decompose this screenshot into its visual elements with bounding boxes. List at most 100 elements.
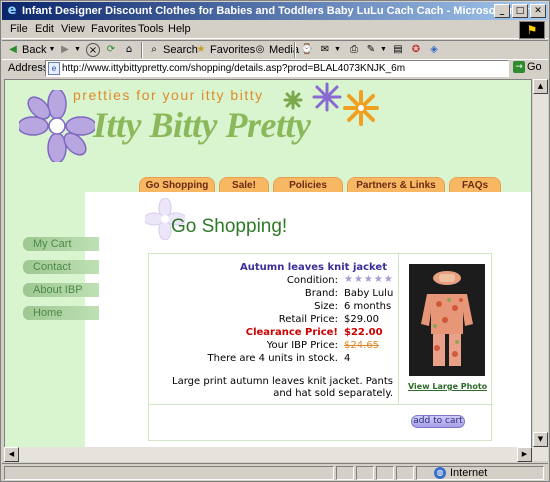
product-description: Large print autumn leaves knit jacket. P… (172, 376, 393, 399)
ibp-price-label: Your IBP Price: (266, 340, 338, 351)
menu-view[interactable]: View (61, 23, 85, 35)
page-content: pretties for your itty bitty Itty Bitty … (4, 79, 532, 461)
condition-label: Condition: (286, 275, 338, 286)
search-icon: ⌕ (151, 44, 157, 55)
research-button[interactable]: ◈ (427, 42, 441, 58)
page-title: Go Shopping! (171, 216, 288, 237)
mail-button[interactable]: ✉ ▼ (318, 42, 341, 58)
left-sidebar-bg (5, 192, 85, 460)
discuss-button[interactable]: ▤ (391, 42, 405, 58)
history-icon: ⌚ (300, 44, 314, 55)
scroll-up-icon[interactable]: ▲ (533, 79, 548, 94)
menu-favorites[interactable]: Favorites (91, 23, 136, 35)
menu-help[interactable]: Help (168, 23, 191, 35)
mail-dropdown-icon[interactable]: ▼ (334, 42, 341, 58)
brand-value: Baby Lulu (344, 288, 394, 299)
nav-my-cart[interactable]: My Cart (23, 237, 99, 251)
tab-faqs[interactable]: FAQs (449, 177, 501, 192)
discuss-icon: ▤ (393, 44, 403, 55)
tab-partners-links[interactable]: Partners & Links (347, 177, 445, 192)
retail-price-label: Retail Price: (278, 314, 338, 325)
messenger-icon: ✪ (411, 44, 421, 55)
search-label: Search (163, 44, 198, 56)
tab-policies[interactable]: Policies (273, 177, 343, 192)
size-label: Size: (314, 301, 338, 312)
home-button[interactable]: ⌂ (122, 42, 136, 58)
vertical-scrollbar[interactable]: ▲ ▼ (533, 79, 548, 461)
tab-go-shopping[interactable]: Go Shopping (139, 177, 215, 192)
refresh-button[interactable]: ⟳ (104, 42, 118, 58)
status-bar: ◍ Internet (2, 463, 548, 481)
status-cell (396, 466, 414, 480)
nav-about-ibp[interactable]: About IBP (23, 283, 99, 297)
forward-dropdown-icon[interactable]: ▼ (74, 42, 81, 58)
address-input[interactable]: e http://www.ittybittypretty.com/shoppin… (45, 60, 509, 77)
address-label: Address (8, 62, 49, 74)
history-button[interactable]: ⌚ (300, 42, 314, 58)
maximize-button[interactable]: □ (512, 4, 528, 18)
back-button[interactable]: ◀ Back ▼ (6, 42, 55, 58)
product-name: Autumn leaves knit jacket (240, 262, 387, 273)
edit-icon: ✎ (366, 44, 376, 55)
media-icon: ◎ (255, 44, 265, 55)
size-value: 6 months (344, 301, 392, 312)
globe-icon: ◍ (434, 467, 446, 479)
horizontal-scrollbar[interactable]: ◀ ▶ (4, 447, 533, 462)
nav-contact[interactable]: Contact (23, 260, 99, 274)
zone-label: Internet (450, 467, 488, 479)
status-cell (376, 466, 394, 480)
page-icon: e (48, 62, 60, 75)
toolbar-separator (294, 42, 296, 58)
back-label: Back (22, 44, 47, 56)
product-photo[interactable] (409, 264, 485, 376)
toolbar-separator (141, 42, 143, 58)
add-to-cart-button[interactable]: add to cart (411, 415, 465, 428)
go-button[interactable]: → Go (513, 61, 542, 73)
orange-flower-icon (343, 90, 379, 126)
menu-file[interactable]: File (10, 23, 28, 35)
status-cell (336, 466, 354, 480)
site-tagline: pretties for your itty bitty (73, 87, 264, 103)
edit-button[interactable]: ✎ ▼ (364, 42, 387, 58)
media-button[interactable]: ◎ Media (253, 42, 299, 58)
retail-price-value: $29.00 (344, 314, 379, 325)
edit-dropdown-icon[interactable]: ▼ (380, 42, 387, 58)
forward-button[interactable]: ▶ ▼ (58, 42, 81, 58)
menu-edit[interactable]: Edit (35, 23, 54, 35)
close-button[interactable]: ✕ (530, 4, 546, 18)
window-controls: _ □ ✕ (494, 4, 546, 18)
home-icon: ⌂ (125, 44, 133, 55)
favorites-button[interactable]: ★ Favorites (194, 42, 256, 58)
nav-home[interactable]: Home (23, 306, 99, 320)
mail-icon: ✉ (320, 44, 330, 55)
brand-label: Brand: (304, 288, 338, 299)
tab-sale[interactable]: Sale! (219, 177, 269, 192)
stop-button[interactable]: × (86, 42, 100, 58)
title-bar: e Infant Designer Discount Clothes for B… (2, 2, 548, 20)
view-large-photo-link[interactable]: View Large Photo (408, 382, 487, 391)
scroll-left-icon[interactable]: ◀ (4, 447, 19, 462)
minimize-button[interactable]: _ (494, 4, 510, 18)
refresh-icon: ⟳ (106, 44, 116, 55)
address-bar: Address e http://www.ittybittypretty.com… (2, 59, 548, 77)
search-button[interactable]: ⌕ Search (147, 42, 198, 58)
print-button[interactable]: ⎙ (347, 42, 361, 58)
address-url: http://www.ittybittypretty.com/shopping/… (62, 63, 406, 74)
go-label: Go (527, 61, 542, 73)
browser-window: e Infant Designer Discount Clothes for B… (0, 0, 550, 482)
ie-icon: e (7, 3, 17, 18)
research-icon: ◈ (430, 44, 438, 55)
favorites-label: Favorites (210, 44, 256, 56)
back-dropdown-icon[interactable]: ▼ (48, 42, 55, 58)
messenger-button[interactable]: ✪ (409, 42, 423, 58)
stop-icon: × (86, 43, 100, 57)
scroll-right-icon[interactable]: ▶ (517, 447, 532, 462)
menu-tools[interactable]: Tools (138, 23, 164, 35)
scroll-down-icon[interactable]: ▼ (533, 432, 548, 447)
go-arrow-icon: → (513, 61, 525, 73)
back-arrow-icon: ◀ (9, 44, 17, 55)
window-title: Infant Designer Discount Clothes for Bab… (22, 5, 548, 17)
windows-logo-icon: ⚑ (519, 21, 545, 39)
site-logo[interactable]: Itty Bitty Pretty (93, 104, 311, 146)
status-cell (356, 466, 374, 480)
